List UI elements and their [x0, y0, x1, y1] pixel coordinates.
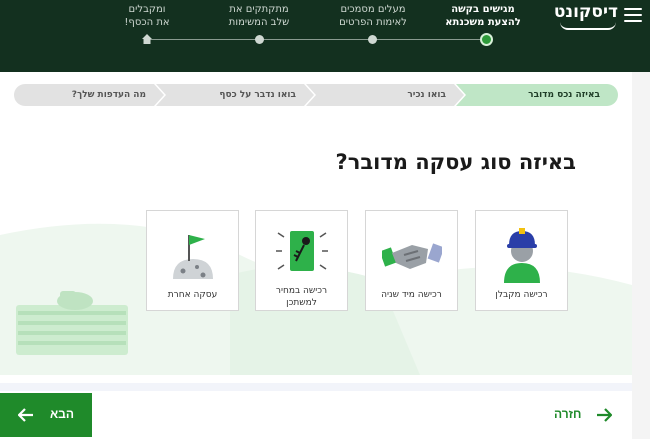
step-upload-documents: מעלים מסמכים לאימות הפרטים: [339, 4, 407, 28]
card-buyer-price-purchase[interactable]: רכישה במחיר למשתכן: [255, 210, 348, 311]
steps-progress-line: [146, 39, 488, 40]
card-purchase-from-contractor[interactable]: רכישה מקבלן: [475, 210, 568, 311]
step-dot: [368, 35, 377, 44]
next-button[interactable]: הבא: [0, 393, 92, 437]
card-label: רכישה מקבלן: [495, 290, 548, 300]
arrow-right-icon: [597, 408, 612, 422]
card-label: רכישה מיד שניה: [381, 290, 442, 300]
card-label: עסקה אחרת: [167, 290, 218, 300]
logo-smile-icon: [560, 22, 616, 30]
discount-logo[interactable]: דיסקונט: [554, 2, 618, 22]
card-second-hand-purchase[interactable]: רכישה מיד שניה: [365, 210, 458, 311]
footer-strip: [0, 383, 632, 391]
tab-money[interactable]: בואו נדבר על כסף: [156, 84, 314, 106]
hamburger-menu-icon[interactable]: [624, 8, 642, 22]
progress-tabs: באיזה נכס מדובר בואו נכיר בואו נדבר על כ…: [14, 84, 618, 106]
handshake-icon: [382, 243, 442, 269]
step-dot: [255, 35, 264, 44]
key-ticket-icon: [276, 231, 328, 271]
back-button[interactable]: חזרה: [548, 402, 620, 426]
tab-which-property[interactable]: באיזה נכס מדובר: [456, 84, 618, 106]
page-title: באיזה סוג עסקה מדובר?: [335, 150, 576, 174]
top-header: דיסקונט מגישים בקשה להצעת משכנתא מעלים מס…: [0, 0, 650, 72]
card-label: רכישה במחיר למשתכן: [275, 286, 328, 308]
arrow-left-icon: [18, 408, 33, 422]
worker-icon: [504, 228, 540, 283]
card-other-transaction[interactable]: עסקה אחרת: [146, 210, 239, 311]
step-get-money: ומקבלים את הכסף!: [124, 4, 170, 28]
tab-lets-meet[interactable]: בואו נכיר: [306, 84, 464, 106]
home-icon: [142, 34, 152, 44]
step-submit-request: מגישים בקשה להצעת משכנתא: [445, 4, 521, 28]
tab-preferences[interactable]: מה העדפות שלך?: [14, 84, 164, 106]
step-dot-active: [480, 33, 493, 46]
flag-globe-icon: [173, 235, 213, 279]
step-tasks: מתקתקים את שלב המשימות: [228, 4, 290, 28]
